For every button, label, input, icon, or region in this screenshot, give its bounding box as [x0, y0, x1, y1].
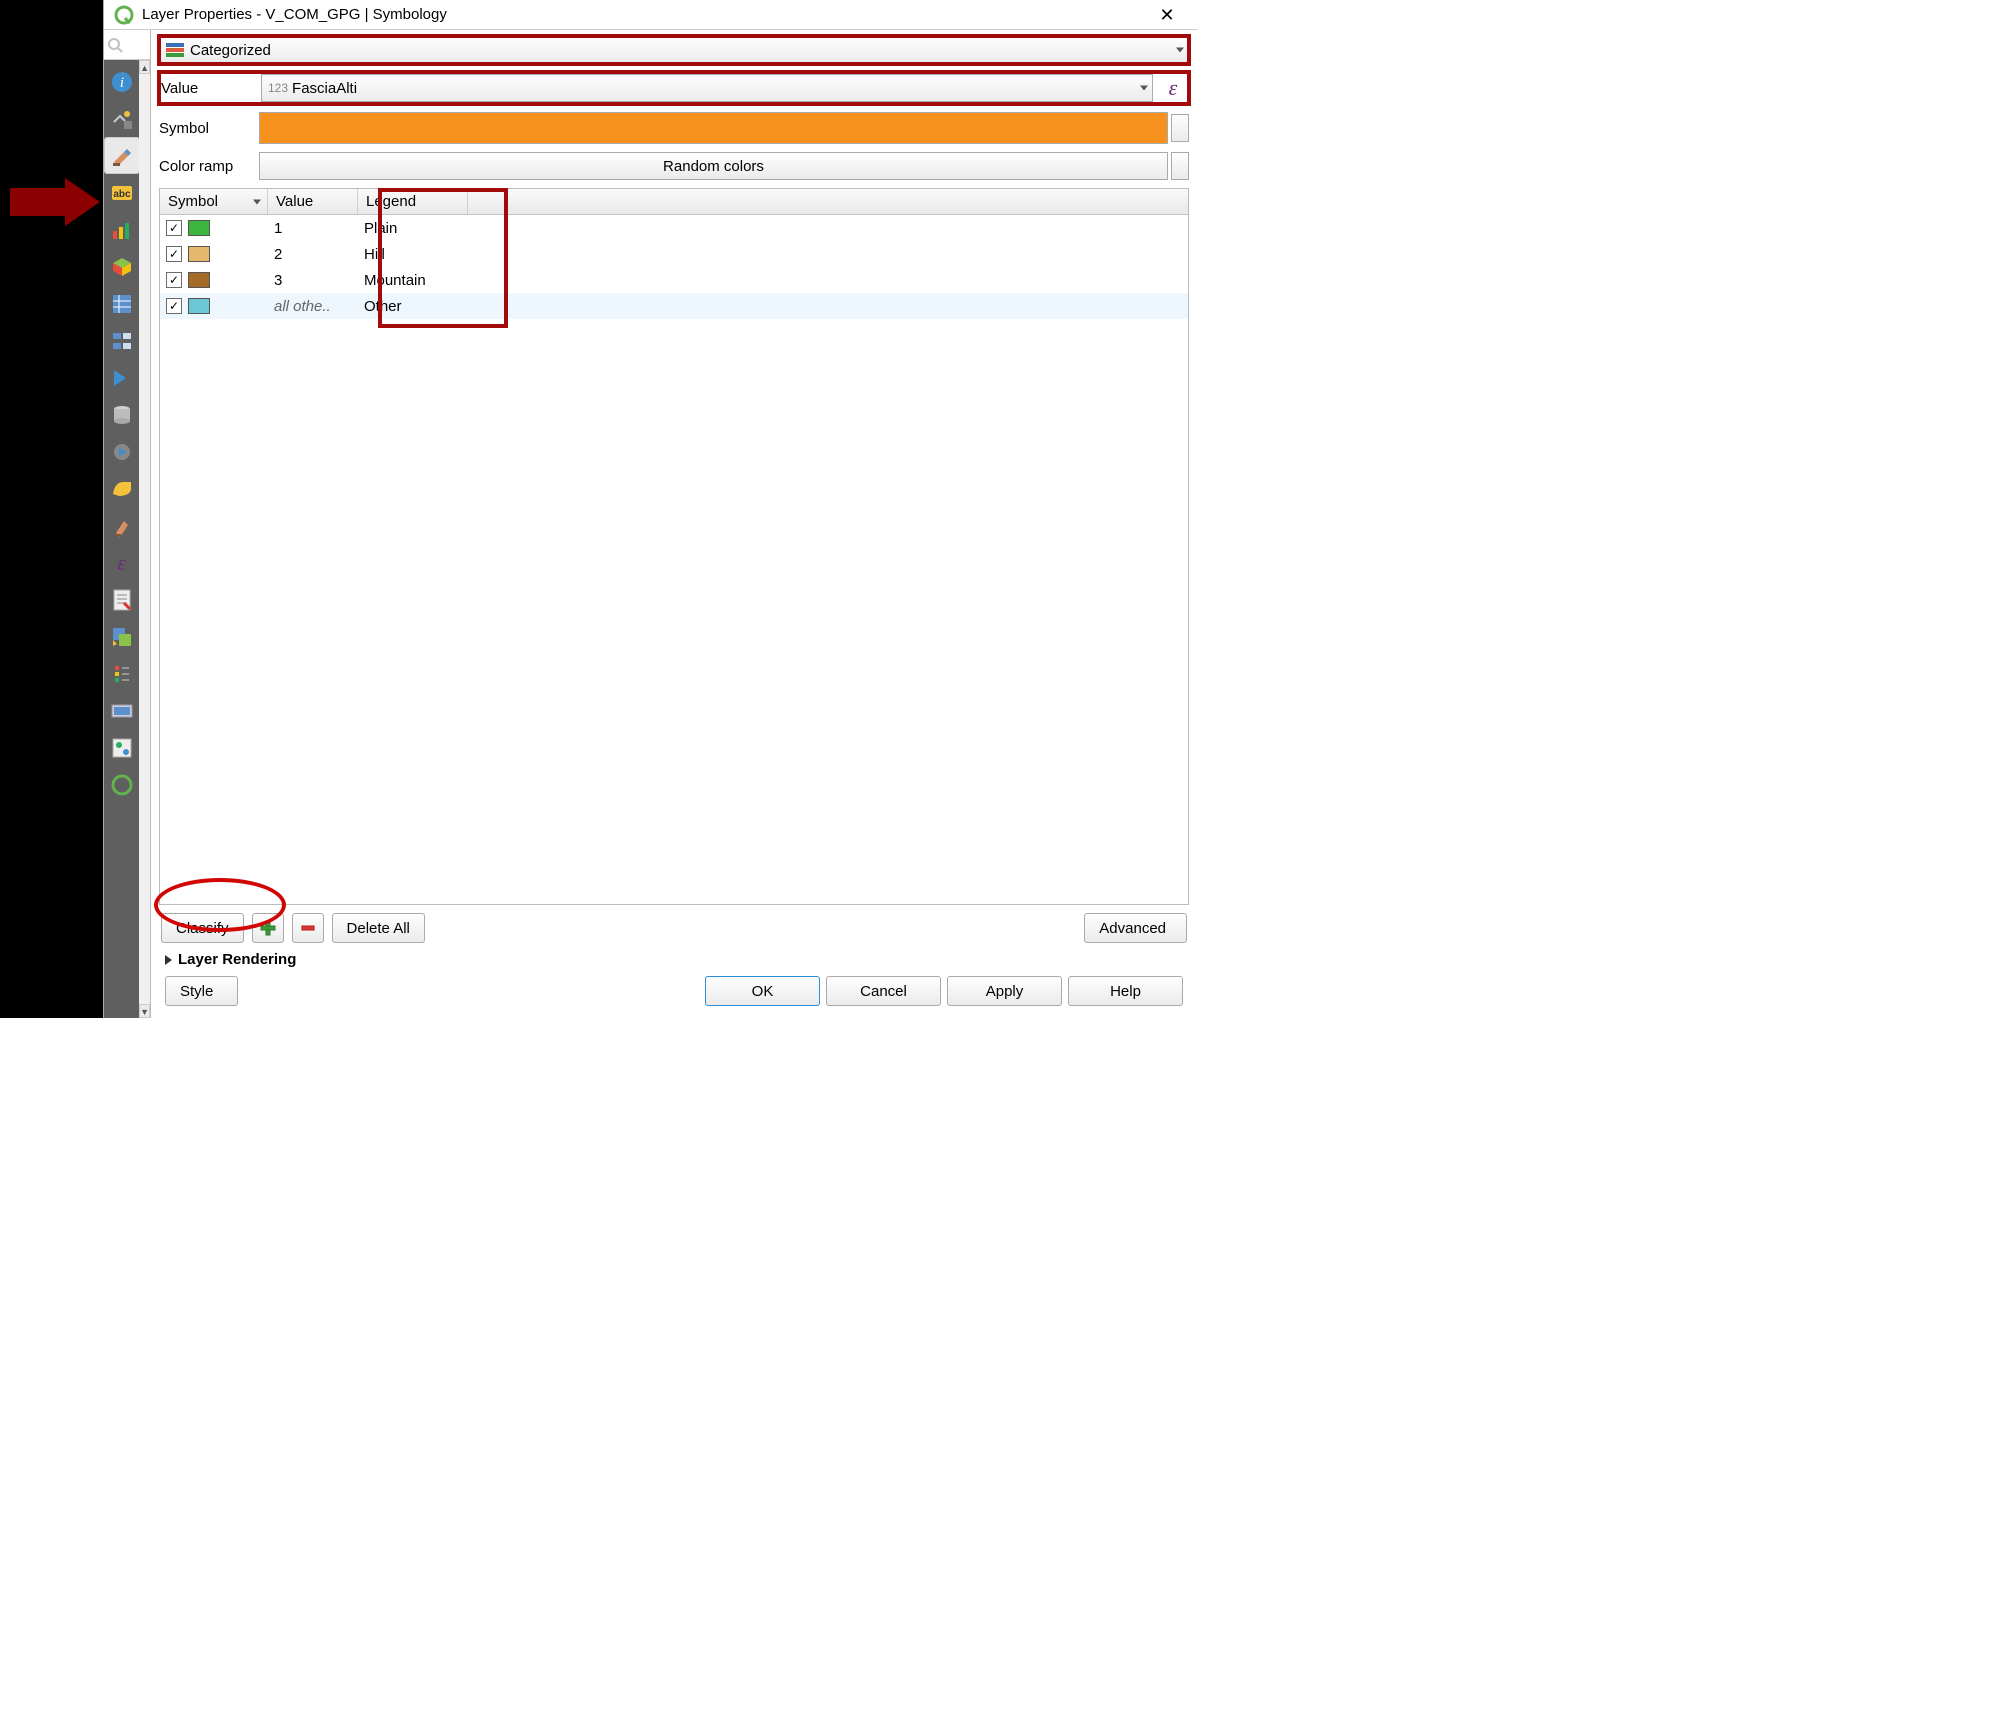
- plus-icon: [260, 920, 276, 936]
- delete-all-button[interactable]: Delete All: [332, 913, 425, 943]
- symbol-swatch[interactable]: [259, 112, 1168, 144]
- row-value: 1: [268, 220, 358, 237]
- annotation-red-arrow: [10, 178, 100, 226]
- row-checkbox[interactable]: ✓: [166, 272, 182, 288]
- caret-down-icon: [1140, 86, 1148, 91]
- tab-dependencies[interactable]: [105, 619, 139, 654]
- minus-icon: [300, 920, 316, 936]
- symbol-dropdown[interactable]: [1171, 114, 1189, 142]
- row-value: all othe..: [268, 298, 358, 315]
- row-swatch: [188, 298, 210, 314]
- tab-joins[interactable]: [105, 360, 139, 395]
- ramp-label: Color ramp: [159, 158, 259, 175]
- row-value: 2: [268, 246, 358, 263]
- annotation-black-strip: [0, 0, 103, 1018]
- tab-source[interactable]: [105, 101, 139, 136]
- symbology-panel: Categorized Value 123 FasciaAlti ε Symbo…: [151, 30, 1197, 1018]
- title-bar: Layer Properties - V_COM_GPG | Symbology…: [104, 0, 1197, 30]
- row-swatch: [188, 220, 210, 236]
- remove-category-button[interactable]: [292, 913, 324, 943]
- disclosure-icon: [165, 955, 172, 965]
- row-legend: Hill: [358, 246, 478, 263]
- tab-extra[interactable]: [105, 767, 139, 802]
- row-checkbox[interactable]: ✓: [166, 298, 182, 314]
- caret-down-icon: [1176, 48, 1184, 53]
- tab-display[interactable]: [105, 471, 139, 506]
- cancel-button[interactable]: Cancel: [826, 976, 941, 1006]
- close-button[interactable]: ✕: [1147, 0, 1187, 30]
- row-swatch: [188, 246, 210, 262]
- row-checkbox[interactable]: ✓: [166, 220, 182, 236]
- table-row[interactable]: ✓ 2Hill: [160, 241, 1188, 267]
- renderer-label: Categorized: [190, 42, 271, 59]
- color-ramp-combo[interactable]: Random colors: [259, 152, 1168, 180]
- tab-legend[interactable]: [105, 656, 139, 691]
- row-swatch: [188, 272, 210, 288]
- row-legend: Other: [358, 298, 478, 315]
- style-menu-button[interactable]: Style: [165, 976, 238, 1006]
- tab-information[interactable]: i: [105, 64, 139, 99]
- row-value: 3: [268, 272, 358, 289]
- col-value[interactable]: Value: [268, 189, 358, 214]
- classify-button[interactable]: Classify: [161, 913, 244, 943]
- tab-server[interactable]: [105, 693, 139, 728]
- renderer-combo[interactable]: Categorized: [159, 36, 1189, 64]
- dialog-window: Layer Properties - V_COM_GPG | Symbology…: [103, 0, 1197, 1018]
- tab-3dview[interactable]: [105, 249, 139, 284]
- scroll-down-icon[interactable]: ▼: [139, 1004, 150, 1018]
- scroll-up-icon[interactable]: ▲: [139, 60, 150, 74]
- tab-diagrams[interactable]: [105, 212, 139, 247]
- value-label: Value: [161, 80, 261, 97]
- tab-attributes-form[interactable]: [105, 323, 139, 358]
- sidebar-scroll[interactable]: ▲ ▼: [139, 60, 150, 1018]
- tab-symbology[interactable]: [105, 138, 139, 173]
- row-checkbox[interactable]: ✓: [166, 246, 182, 262]
- svg-text:abc: abc: [113, 189, 131, 200]
- sort-caret-icon: [253, 199, 261, 204]
- window-title: Layer Properties - V_COM_GPG | Symbology: [142, 0, 1147, 30]
- tab-rendering[interactable]: [105, 508, 139, 543]
- ramp-dropdown[interactable]: [1171, 152, 1189, 180]
- tab-labels[interactable]: abc: [105, 175, 139, 210]
- tab-digitizing[interactable]: [105, 730, 139, 765]
- col-legend[interactable]: Legend: [358, 189, 468, 214]
- value-field-name: FasciaAlti: [292, 80, 357, 97]
- layer-rendering-section[interactable]: Layer Rendering: [159, 947, 1189, 972]
- value-field-combo[interactable]: 123 FasciaAlti: [261, 74, 1153, 102]
- help-button[interactable]: Help: [1068, 976, 1183, 1006]
- svg-text:i: i: [119, 75, 123, 91]
- add-category-button[interactable]: [252, 913, 284, 943]
- qgis-logo-icon: [114, 5, 134, 25]
- table-row[interactable]: ✓ all othe..Other: [160, 293, 1188, 319]
- field-type-icon: 123: [268, 81, 288, 95]
- row-legend: Plain: [358, 220, 478, 237]
- tab-variables[interactable]: ε: [105, 545, 139, 580]
- table-row[interactable]: ✓ 1Plain: [160, 215, 1188, 241]
- apply-button[interactable]: Apply: [947, 976, 1062, 1006]
- tab-auxiliary[interactable]: [105, 397, 139, 432]
- search-input[interactable]: [104, 30, 150, 60]
- table-header: Symbol Value Legend: [160, 189, 1188, 215]
- left-rail: i abc ε: [104, 30, 151, 1018]
- tab-fields[interactable]: [105, 286, 139, 321]
- ok-button[interactable]: OK: [705, 976, 820, 1006]
- row-legend: Mountain: [358, 272, 478, 289]
- col-symbol[interactable]: Symbol: [160, 189, 268, 214]
- table-row[interactable]: ✓ 3Mountain: [160, 267, 1188, 293]
- tab-metadata[interactable]: [105, 582, 139, 617]
- categories-table[interactable]: Symbol Value Legend ✓ 1Plain ✓ 2Hill ✓ 3Mount…: [159, 188, 1189, 905]
- tab-actions[interactable]: [105, 434, 139, 469]
- ramp-value: Random colors: [663, 158, 764, 175]
- advanced-button[interactable]: Advanced: [1084, 913, 1187, 943]
- expression-button[interactable]: ε: [1159, 74, 1187, 102]
- symbol-label: Symbol: [159, 120, 259, 137]
